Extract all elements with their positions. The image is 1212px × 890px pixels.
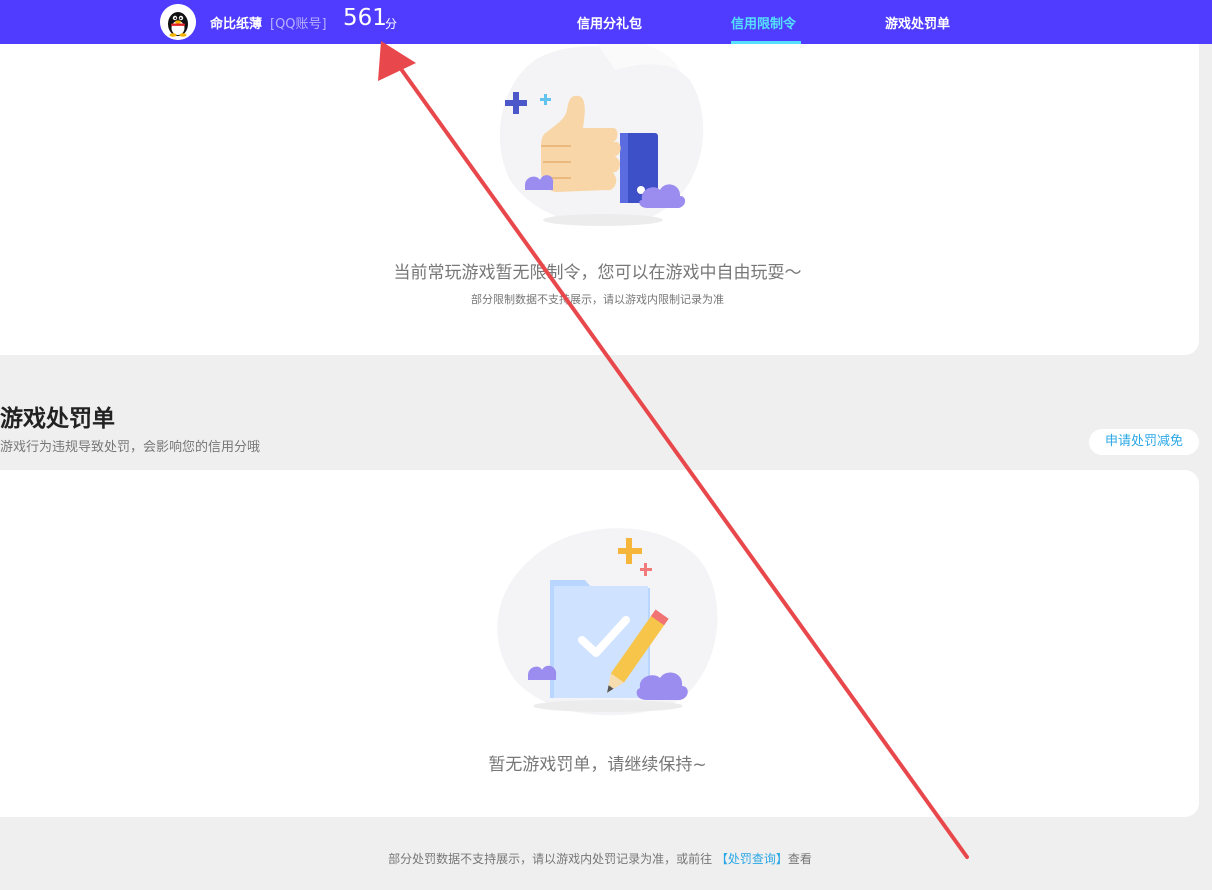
restriction-empty-message: 当前常玩游戏暂无限制令，您可以在游戏中自由玩耍～ bbox=[393, 263, 802, 283]
apply-penalty-reduction-button[interactable]: 申请处罚减免 bbox=[1089, 429, 1199, 455]
qq-penguin-icon bbox=[160, 4, 196, 40]
credit-score-value: 561 bbox=[343, 5, 387, 31]
footer-note-suffix: 查看 bbox=[787, 852, 812, 866]
thumbs-up-illustration bbox=[499, 40, 704, 226]
folder-check-pencil-illustration bbox=[497, 528, 718, 716]
top-nav-bar: 命比纸薄 [QQ账号] 561 分 信用分礼包 信用限制令 游戏处罚单 bbox=[0, 0, 1212, 44]
penalty-empty-message: 暂无游戏罚单，请继续保持~ bbox=[488, 755, 707, 775]
section-title-penalty: 游戏处罚单 bbox=[0, 406, 115, 432]
penalty-query-link[interactable]: 【处罚查询】 bbox=[716, 852, 788, 866]
section-description-penalty: 游戏行为违规导致处罚，会影响您的信用分哦 bbox=[0, 440, 261, 455]
tab-game-penalty[interactable]: 游戏处罚单 bbox=[885, 13, 950, 32]
user-nickname: 命比纸薄 bbox=[210, 17, 263, 32]
penalty-footer-note: 部分处罚数据不支持展示，请以游戏内处罚记录为准，或前往 【处罚查询】查看 bbox=[0, 850, 1200, 867]
tab-credit-restriction[interactable]: 信用限制令 bbox=[731, 13, 796, 32]
active-tab-indicator bbox=[731, 41, 801, 44]
tab-credit-gift[interactable]: 信用分礼包 bbox=[577, 13, 642, 32]
footer-note-prefix: 部分处罚数据不支持展示，请以游戏内处罚记录为准，或前往 bbox=[388, 852, 716, 866]
user-avatar[interactable] bbox=[160, 4, 196, 40]
credit-score-unit: 分 bbox=[385, 17, 398, 31]
restriction-data-note: 部分限制数据不支持展示，请以游戏内限制记录为准 bbox=[471, 293, 724, 306]
account-type-label: [QQ账号] bbox=[270, 17, 327, 32]
